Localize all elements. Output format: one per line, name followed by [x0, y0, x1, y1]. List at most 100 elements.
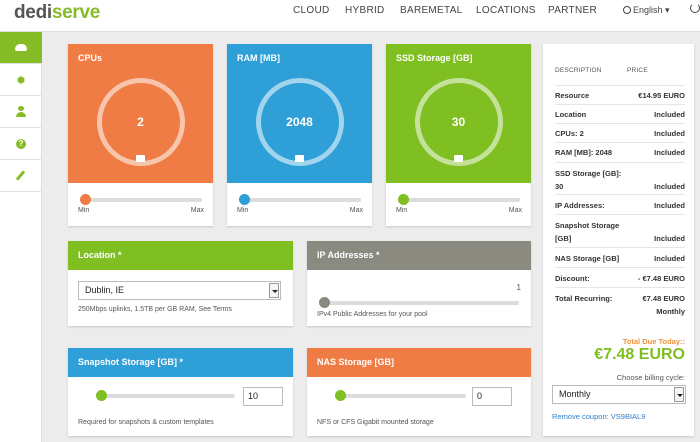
sidebar-item-cloud[interactable]	[0, 32, 42, 64]
snapshot-slider-thumb[interactable]	[96, 390, 107, 401]
ip-value: 1	[516, 283, 521, 292]
summary-row-price-2: Monthly	[656, 307, 685, 316]
user-icon	[18, 106, 24, 111]
nav-partner[interactable]: PARTNER	[548, 5, 597, 16]
sidebar-item-account[interactable]	[0, 96, 42, 128]
chevron-down-icon[interactable]	[674, 387, 684, 402]
billing-cycle-selected: Monthly	[559, 389, 591, 399]
billing-cycle-select[interactable]: Monthly	[552, 385, 686, 404]
logo-text: dedi	[14, 2, 52, 23]
ssd-slider-track[interactable]	[398, 194, 520, 205]
summary-row-label-2: 30	[555, 182, 564, 191]
sidebar: ?	[0, 32, 42, 442]
summary-row-price: Included	[654, 254, 685, 263]
summary-row-label: Discount:	[555, 274, 590, 283]
summary-row-price: Included	[654, 148, 685, 157]
ram-dial-knob[interactable]	[294, 155, 304, 162]
ram-min-label: Min	[237, 207, 249, 214]
language-label: English	[633, 5, 663, 15]
nas-card: NAS Storage [GB] 0 NFS or CFS Gigabit mo…	[307, 348, 531, 436]
sidebar-item-settings[interactable]	[0, 64, 42, 96]
summary-row: RAM [MB]: 2048 Included	[555, 142, 685, 162]
logo[interactable]: dediserve	[14, 2, 100, 24]
ssd-slider-thumb[interactable]	[398, 194, 409, 205]
ssd-min-label: Min	[396, 207, 408, 214]
ram-title: RAM [MB]	[237, 53, 280, 63]
sidebar-item-edit[interactable]	[0, 160, 42, 192]
summary-row-label: CPUs: 2	[555, 129, 584, 138]
nav-cloud[interactable]: CLOUD	[293, 5, 330, 16]
total-due-label: Total Due Today::	[622, 337, 685, 346]
location-card: Location * Dublin, IE 250Mbps uplinks, 1…	[68, 241, 293, 326]
summary-row-price: Included	[654, 129, 685, 138]
cpus-min-label: Min	[78, 207, 90, 214]
summary-row: Discount: - €7.48 EURO	[555, 267, 685, 287]
summary-row-price: Included	[654, 182, 685, 191]
cpus-header: CPUs 2	[68, 44, 213, 183]
summary-row-label: SSD Storage [GB]:	[555, 169, 622, 178]
cpus-slider-track[interactable]	[80, 194, 202, 205]
summary-row-price: €14.95 EURO	[638, 91, 685, 100]
gear-icon	[16, 75, 26, 85]
remove-coupon-link[interactable]: Remove coupon: VS9BIAL9	[552, 412, 645, 421]
summary-row-label: Location	[555, 110, 587, 119]
snapshot-slider-track[interactable]	[96, 390, 235, 401]
nas-note: NFS or CFS Gigabit mounted storage	[317, 419, 434, 426]
summary-col-description: DESCRIPTION	[555, 67, 602, 74]
ssd-dial[interactable]: 30	[414, 78, 503, 166]
nas-slider-track[interactable]	[335, 390, 466, 401]
summary-row: Snapshot Storage [GB] Included	[555, 214, 685, 247]
ssd-card: SSD Storage [GB] 30 Min Max	[386, 44, 531, 226]
ram-dial[interactable]: 2048	[255, 78, 344, 166]
ip-slider-thumb[interactable]	[319, 297, 330, 308]
ip-note: IPv4 Public Addresses for your pool	[317, 311, 428, 318]
snapshot-input[interactable]: 10	[243, 387, 283, 406]
nas-title: NAS Storage [GB]	[307, 348, 531, 377]
ssd-dial-knob[interactable]	[453, 155, 463, 162]
logo-accent: serve	[51, 2, 101, 23]
ssd-value: 30	[451, 115, 466, 129]
language-selector[interactable]: English ▾	[623, 5, 670, 16]
location-selected: Dublin, IE	[85, 285, 125, 295]
nas-slider-thumb[interactable]	[335, 390, 346, 401]
ram-header: RAM [MB] 2048	[227, 44, 372, 183]
summary-row-label: Snapshot Storage	[555, 221, 620, 230]
summary-row: SSD Storage [GB]: 30 Included	[555, 162, 685, 194]
summary-row: Location Included	[555, 104, 685, 123]
cpus-card: CPUs 2 Min Max	[68, 44, 213, 226]
total-due-value: €7.48 EURO	[594, 346, 685, 363]
ip-slider-track[interactable]	[319, 297, 519, 308]
chevron-down-icon[interactable]	[269, 283, 279, 298]
power-icon[interactable]	[690, 3, 700, 13]
summary-row-label-2: [GB]	[555, 234, 572, 243]
cpus-slider-thumb[interactable]	[80, 194, 91, 205]
summary-row-label: RAM [MB]: 2048	[555, 148, 613, 157]
cpus-dial[interactable]: 2	[96, 78, 185, 166]
summary-col-price: PRICE	[627, 67, 648, 74]
nav-baremetal[interactable]: BAREMETAL	[400, 5, 463, 16]
summary-row-price: €7.48 EURO	[642, 294, 685, 303]
summary-row-label: IP Addresses:	[555, 201, 605, 210]
ip-title: IP Addresses *	[307, 241, 531, 270]
ssd-title: SSD Storage [GB]	[396, 53, 473, 63]
cpus-dial-knob[interactable]	[135, 155, 145, 162]
globe-icon	[623, 6, 631, 14]
summary-row-price: Included	[654, 201, 685, 210]
summary-row-price: Included	[654, 234, 685, 243]
nav-locations[interactable]: LOCATIONS	[476, 5, 536, 16]
nas-input[interactable]: 0	[472, 387, 512, 406]
summary-row: CPUs: 2 Included	[555, 123, 685, 142]
snapshot-card: Snapshot Storage [GB] * 10 Required for …	[68, 348, 293, 436]
ram-max-label: Max	[349, 207, 363, 214]
location-select[interactable]: Dublin, IE	[78, 281, 281, 300]
nav-hybrid[interactable]: HYBRID	[345, 5, 385, 16]
ram-slider-track[interactable]	[239, 194, 361, 205]
summary-row: Total Recurring: €7.48 EURO Monthly	[555, 287, 685, 321]
billing-cycle-label: Choose billing cycle:	[616, 373, 685, 382]
sidebar-item-help[interactable]: ?	[0, 128, 42, 160]
cpus-title: CPUs	[78, 53, 103, 63]
help-icon: ?	[16, 139, 26, 149]
ram-slider-thumb[interactable]	[239, 194, 250, 205]
order-summary: DESCRIPTION PRICE Resource €14.95 EURO L…	[543, 44, 694, 436]
cpus-max-label: Max	[190, 207, 204, 214]
